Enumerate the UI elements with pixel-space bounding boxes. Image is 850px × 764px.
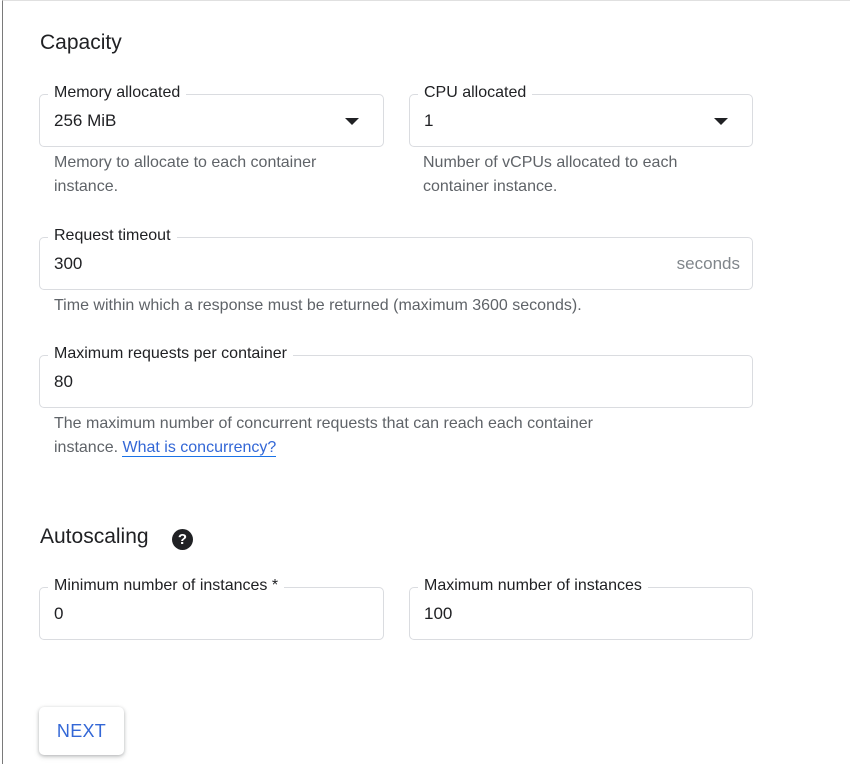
request-timeout-field[interactable]: Request timeout seconds <box>39 226 753 290</box>
dropdown-arrow-icon[interactable] <box>345 118 359 125</box>
max-requests-helper-prefix: instance. <box>54 439 123 456</box>
next-button[interactable]: NEXT <box>39 707 124 755</box>
min-instances-input[interactable] <box>54 603 295 625</box>
cpu-helper-line1: Number of vCPUs allocated to each <box>423 154 678 171</box>
max-instances-label: Maximum number of instances <box>418 576 648 596</box>
request-timeout-label: Request timeout <box>48 226 177 246</box>
capacity-heading: Capacity <box>40 31 122 54</box>
memory-allocated-select[interactable]: Memory allocated 256 MiB <box>39 83 384 147</box>
max-instances-field[interactable]: Maximum number of instances <box>409 576 753 640</box>
cpu-allocated-label: CPU allocated <box>418 83 533 103</box>
cpu-helper-text: Number of vCPUs allocated to each contai… <box>423 151 677 199</box>
min-instances-label: Minimum number of instances * <box>48 576 285 596</box>
memory-allocated-label: Memory allocated <box>48 83 187 103</box>
memory-helper-text: Memory to allocate to each container ins… <box>54 151 316 199</box>
what-is-concurrency-link[interactable]: What is concurrency? <box>122 439 277 457</box>
cpu-helper-line2: container instance. <box>423 178 558 195</box>
max-requests-input[interactable] <box>54 371 553 393</box>
max-requests-field[interactable]: Maximum requests per container <box>39 344 753 408</box>
max-requests-helper-line2: instance. What is concurrency? <box>54 436 593 460</box>
request-timeout-input[interactable] <box>54 253 553 275</box>
request-timeout-helper-text: Time within which a response must be ret… <box>54 297 582 314</box>
max-requests-helper-line1: The maximum number of concurrent request… <box>54 415 593 432</box>
dropdown-arrow-icon[interactable] <box>714 118 728 125</box>
memory-helper-line1: Memory to allocate to each container <box>54 154 317 171</box>
memory-allocated-value: 256 MiB <box>54 111 117 130</box>
help-icon[interactable]: ? <box>172 529 193 550</box>
min-instances-field[interactable]: Minimum number of instances * <box>39 576 384 640</box>
max-instances-input[interactable] <box>424 603 664 625</box>
memory-helper-line2: instance. <box>54 178 119 195</box>
request-timeout-suffix: seconds <box>676 254 740 273</box>
max-requests-label: Maximum requests per container <box>48 344 293 364</box>
autoscaling-heading: Autoscaling <box>40 525 149 548</box>
max-requests-helper-text: The maximum number of concurrent request… <box>54 412 593 460</box>
cpu-allocated-select[interactable]: CPU allocated 1 <box>409 83 753 147</box>
cpu-allocated-value: 1 <box>424 111 434 130</box>
